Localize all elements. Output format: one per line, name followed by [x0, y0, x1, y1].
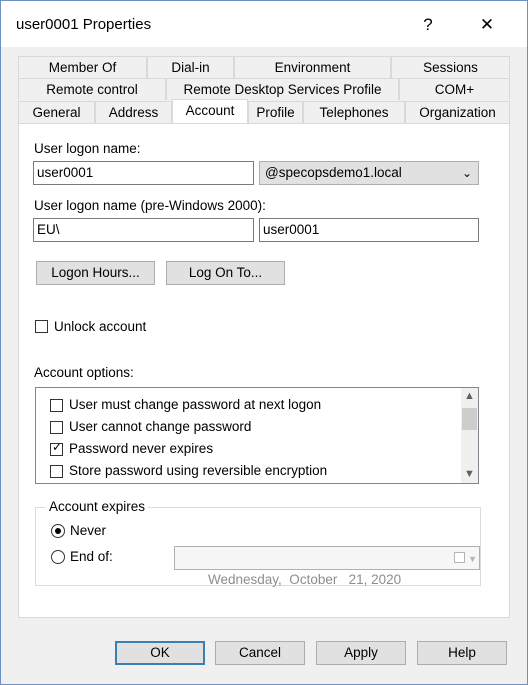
list-scrollbar[interactable]: ▲ ▼ — [461, 388, 478, 483]
option-checkbox-never-expires[interactable]: ✓ — [50, 440, 63, 456]
option-checkbox-cannot-change[interactable] — [50, 421, 63, 434]
apply-button[interactable]: Apply — [316, 641, 406, 665]
never-radio[interactable] — [51, 524, 65, 538]
option-checkbox-must-change[interactable] — [50, 399, 63, 412]
account-tab-panel: User logon name: user0001 @specopsdemo1.… — [18, 123, 510, 618]
logon-name-label: User logon name: — [34, 141, 141, 156]
account-expires-title: Account expires — [46, 499, 149, 514]
tab-member-of[interactable]: Member Of — [18, 56, 147, 78]
end-of-radio[interactable] — [51, 550, 65, 564]
tab-remote-control[interactable]: Remote control — [18, 78, 166, 100]
logon-hours-button[interactable]: Logon Hours... — [36, 261, 155, 285]
tab-account[interactable]: Account — [172, 99, 248, 123]
help-button[interactable]: Help — [417, 641, 507, 665]
account-options-label: Account options: — [34, 365, 134, 380]
expiry-date-value: Wednesday, October 21, 2020 — [208, 572, 402, 587]
unlock-account-checkbox[interactable] — [35, 320, 48, 333]
scroll-thumb[interactable] — [462, 408, 477, 430]
never-label: Never — [70, 523, 107, 538]
tab-rds-profile[interactable]: Remote Desktop Services Profile — [166, 78, 399, 100]
chevron-up-icon[interactable]: ▲ — [461, 388, 478, 405]
checkmark-icon: ✓ — [52, 440, 63, 454]
close-icon[interactable]: ✕ — [467, 9, 507, 41]
tab-sessions[interactable]: Sessions — [391, 56, 510, 78]
tab-environment[interactable]: Environment — [234, 56, 391, 78]
window-title: user0001 Properties — [16, 16, 152, 33]
list-item: Store password using reversible encrypti… — [69, 463, 328, 478]
chevron-down-icon: ▼ — [468, 554, 477, 564]
ok-button[interactable]: OK — [115, 641, 205, 665]
list-item: Password never expires — [69, 441, 214, 456]
calendar-icon — [454, 552, 465, 563]
expiry-date-picker[interactable]: Wednesday, October 21, 2020 ▼ — [174, 546, 480, 587]
logon-name-input[interactable]: user0001 — [33, 161, 254, 185]
dialog-footer: OK Cancel Apply Help — [1, 628, 527, 684]
pre2000-label: User logon name (pre-Windows 2000): — [34, 198, 266, 213]
tab-organization[interactable]: Organization — [405, 101, 510, 123]
chevron-down-icon[interactable]: ▼ — [461, 466, 478, 483]
pre2000-name-input[interactable]: user0001 — [259, 218, 479, 242]
title-bar: user0001 Properties ? ✕ — [1, 1, 527, 47]
tab-general[interactable]: General — [18, 101, 95, 123]
tab-com-plus[interactable]: COM+ — [399, 78, 510, 100]
list-item: User must change password at next logon — [69, 397, 322, 412]
account-options-list[interactable]: User must change password at next logon … — [35, 387, 479, 484]
chevron-down-icon: ⌄ — [461, 166, 472, 180]
help-title-button[interactable]: ? — [408, 9, 448, 41]
tab-telephones[interactable]: Telephones — [303, 101, 405, 123]
properties-dialog: user0001 Properties ? ✕ Member Of Dial-i… — [0, 0, 528, 685]
radio-dot-icon — [55, 528, 61, 534]
cancel-button[interactable]: Cancel — [215, 641, 305, 665]
tab-dial-in[interactable]: Dial-in — [147, 56, 234, 78]
domain-select-value: @specopsdemo1.local — [265, 165, 402, 180]
account-expires-group: Account expires Never End of: Wednesday,… — [35, 499, 481, 587]
option-checkbox-reversible[interactable] — [50, 465, 63, 478]
end-of-label: End of: — [70, 549, 113, 564]
domain-select[interactable]: @specopsdemo1.local ⌄ — [259, 161, 479, 185]
log-on-to-button[interactable]: Log On To... — [166, 261, 285, 285]
tab-profile[interactable]: Profile — [248, 101, 303, 123]
tab-address[interactable]: Address — [95, 101, 172, 123]
unlock-account-label: Unlock account — [54, 319, 147, 334]
list-item: User cannot change password — [69, 419, 252, 434]
pre2000-domain-input[interactable]: EU\ — [33, 218, 254, 242]
